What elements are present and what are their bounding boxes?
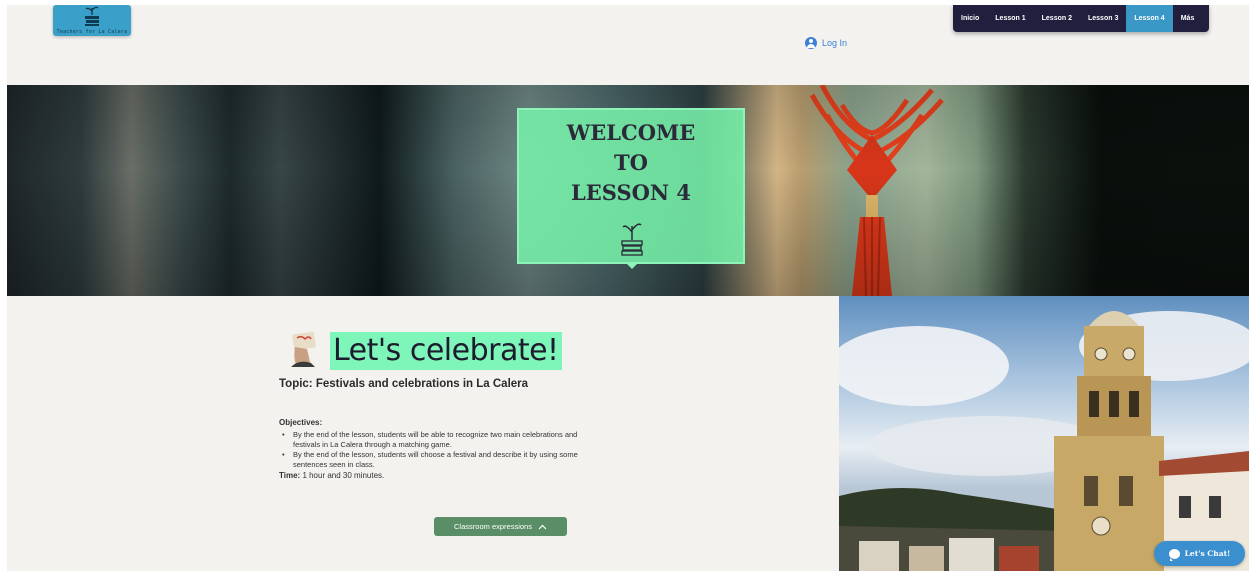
nav-item-lesson-4[interactable]: Lesson 4 xyxy=(1126,5,1173,32)
nav-item-lesson-3[interactable]: Lesson 3 xyxy=(1080,5,1126,32)
login-link[interactable]: Log In xyxy=(805,37,847,49)
objectives-section: Objectives: By the end of the lesson, st… xyxy=(279,418,579,480)
hand-holding-note-icon xyxy=(291,331,316,367)
church-photo xyxy=(839,296,1249,571)
nav-item-lesson-1[interactable]: Lesson 1 xyxy=(987,5,1033,32)
objectives-heading: Objectives: xyxy=(279,418,323,427)
hero-banner: WELCOME TO LESSON 4 xyxy=(7,85,1249,296)
lesson-time: Time: 1 hour and 30 minutes. xyxy=(279,471,579,480)
site-logo[interactable]: Teachers for La Calera xyxy=(53,5,131,36)
user-avatar-icon xyxy=(805,37,817,49)
classroom-expressions-label: Classroom expressions xyxy=(454,522,532,531)
logo-text: Teachers for La Calera xyxy=(56,29,128,35)
chevron-up-icon xyxy=(538,524,547,529)
church-image xyxy=(839,311,1249,571)
lesson-title: Let's celebrate! xyxy=(330,332,562,370)
welcome-line-3: LESSON 4 xyxy=(570,180,692,205)
lesson-topic: Topic: Festivals and celebrations in La … xyxy=(279,378,529,390)
books-plant-icon xyxy=(85,6,99,26)
chat-button[interactable]: Let's Chat! xyxy=(1154,541,1245,566)
welcome-card: WELCOME TO LESSON 4 xyxy=(517,108,745,269)
time-value: 1 hour and 30 minutes. xyxy=(302,471,385,480)
welcome-line-1: WELCOME xyxy=(566,120,696,145)
classroom-expressions-button[interactable]: Classroom expressions xyxy=(434,517,567,536)
objectives-list: By the end of the lesson, students will … xyxy=(279,430,579,470)
login-label: Log In xyxy=(822,38,848,48)
card-pointer xyxy=(626,263,638,269)
chat-label: Let's Chat! xyxy=(1184,549,1231,558)
books-plant-icon xyxy=(621,223,643,256)
time-label: Time: xyxy=(279,471,301,480)
welcome-line-2: TO xyxy=(614,150,648,175)
page: Teachers for La Calera Log In Inicio Les… xyxy=(7,5,1249,571)
nav-item-more[interactable]: Más xyxy=(1173,5,1203,32)
main-nav: Inicio Lesson 1 Lesson 2 Lesson 3 Lesson… xyxy=(953,5,1209,32)
nav-item-lesson-2[interactable]: Lesson 2 xyxy=(1034,5,1080,32)
nav-item-inicio[interactable]: Inicio xyxy=(953,5,987,32)
chat-bubble-icon xyxy=(1168,548,1180,561)
objective-item: By the end of the lesson, students will … xyxy=(279,430,579,450)
objective-item: By the end of the lesson, students will … xyxy=(279,450,579,470)
